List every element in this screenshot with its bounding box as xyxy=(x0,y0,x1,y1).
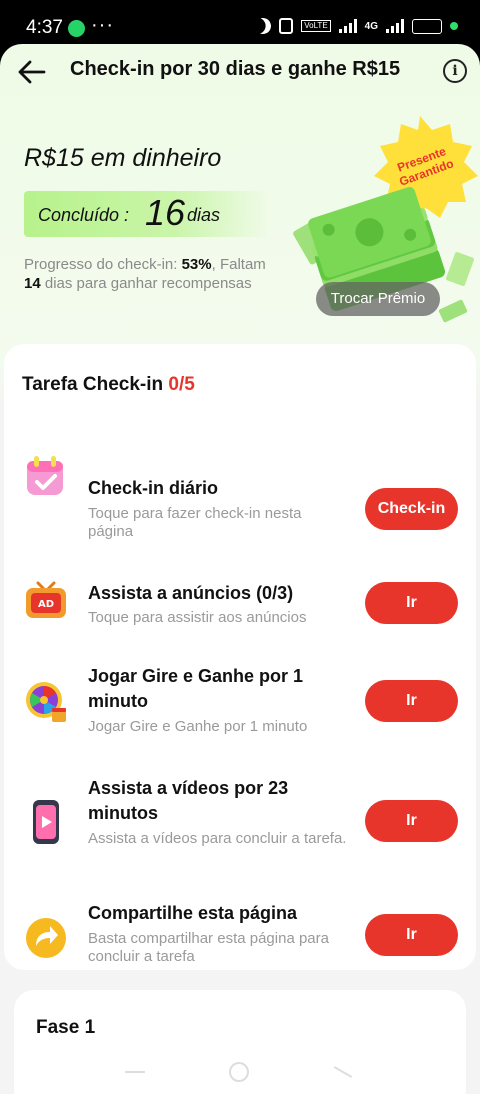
completed-label: Concluído : xyxy=(38,205,130,225)
days-left: 14 xyxy=(24,275,41,292)
status-bar: 4:37 ··· VoLTE 4G 58 xyxy=(0,0,480,50)
battery-icon: 58 xyxy=(412,18,442,34)
completed-days-pill: Concluído : 16 dias xyxy=(24,191,272,237)
task-description: Basta compartilhar esta página para conc… xyxy=(88,930,329,965)
task-description: Assista a vídeos para concluir a tarefa. xyxy=(88,830,347,847)
task-title: Assista a anúncios (0/3) xyxy=(88,583,294,603)
active-dot-icon xyxy=(450,22,458,30)
completed-days-number: 16 xyxy=(145,192,186,233)
do-not-disturb-icon xyxy=(253,16,274,37)
phone-video-icon xyxy=(33,800,59,844)
tv-ad-icon: AD xyxy=(26,581,66,618)
task-card: Tarefa Check-in 0/5 Check-in diário Toqu… xyxy=(4,344,476,970)
vibrate-icon xyxy=(279,18,294,34)
volte-icon: VoLTE xyxy=(301,20,331,32)
calendar-icon xyxy=(27,456,63,495)
task-description: Toque para assistir aos anúncios xyxy=(88,609,307,626)
system-nav-bar xyxy=(0,1058,480,1094)
task-heading: Tarefa Check-in 0/5 xyxy=(22,374,195,395)
svg-text:AD: AD xyxy=(38,599,54,610)
battery-level: 58 xyxy=(421,19,433,31)
signal-icon xyxy=(338,19,357,33)
nav-home-icon[interactable] xyxy=(229,1062,249,1082)
app-screen: Check-in por 30 dias e ganhe R$15 i R$15… xyxy=(0,44,480,1094)
share-arrow-icon xyxy=(26,918,66,958)
info-icon[interactable]: i xyxy=(443,59,467,83)
signal-icon-2 xyxy=(386,19,404,33)
go-button[interactable]: Ir xyxy=(365,914,458,956)
go-button[interactable]: Ir xyxy=(365,582,458,624)
task-title: Assista a vídeos por 23 minutos xyxy=(88,778,289,823)
more-notifications-icon: ··· xyxy=(91,14,114,36)
go-button[interactable]: Ir xyxy=(365,680,458,722)
task-description: Toque para fazer check-in nesta página xyxy=(88,505,302,540)
completed-days-unit: dias xyxy=(187,205,221,225)
network-type: 4G xyxy=(364,20,378,32)
task-description: Jogar Gire e Ganhe por 1 minuto xyxy=(88,718,308,735)
task-count: 0/5 xyxy=(168,374,195,395)
task-title: Check-in diário xyxy=(88,478,219,498)
checkin-button[interactable]: Check-in xyxy=(365,488,458,530)
task-title: Jogar Gire e Ganhe por 1 minuto xyxy=(88,666,304,711)
phase-title: Fase 1 xyxy=(36,1017,96,1038)
whatsapp-icon xyxy=(68,20,85,37)
progress-text: Progresso do check-in: 53%, Faltam 14 di… xyxy=(24,256,266,292)
nav-back-icon[interactable] xyxy=(125,1071,145,1073)
status-time: 4:37 xyxy=(26,17,63,38)
back-arrow-icon[interactable] xyxy=(14,54,50,90)
progress-percent: 53% xyxy=(181,256,212,273)
page-title: Check-in por 30 dias e ganhe R$15 xyxy=(70,58,401,80)
prize-wheel-icon xyxy=(26,682,66,722)
nav-recents-icon[interactable] xyxy=(333,1066,353,1078)
reward-title: R$15 em dinheiro xyxy=(24,144,222,172)
swap-prize-button[interactable]: Trocar Prêmio xyxy=(316,282,440,316)
header: Check-in por 30 dias e ganhe R$15 i xyxy=(0,44,480,100)
go-button[interactable]: Ir xyxy=(365,800,458,842)
task-title: Compartilhe esta página xyxy=(88,903,298,923)
